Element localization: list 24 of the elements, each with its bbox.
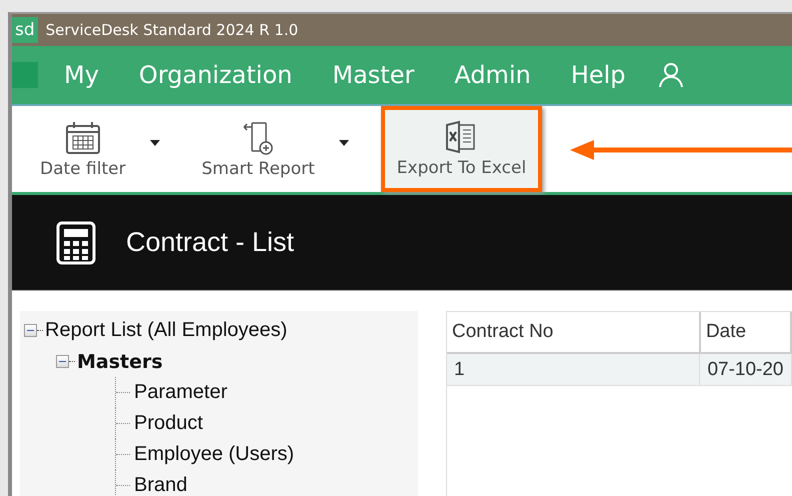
table-cell: 1: [447, 353, 700, 386]
caret-icon[interactable]: [338, 140, 349, 146]
toolbar-button[interactable]: Smart Report: [192, 117, 325, 181]
tree-item[interactable]: Product: [134, 412, 203, 435]
toolbar-button[interactable]: Date filter: [30, 117, 136, 181]
table-cell: 07-10-20: [700, 353, 791, 386]
calendar-icon: [64, 121, 101, 155]
tree-item[interactable]: Parameter: [134, 381, 228, 404]
caret-icon[interactable]: [150, 140, 160, 146]
tree-item[interactable]: Report List (All Employees): [45, 319, 288, 342]
user-icon[interactable]: [658, 62, 684, 88]
page-title: Contract - List: [126, 227, 294, 258]
tree-item[interactable]: Employee (Users): [134, 443, 294, 466]
tree-item[interactable]: Brand: [134, 474, 188, 496]
toolbar-button[interactable]: Export To Excel: [380, 106, 542, 192]
calculator-icon: [56, 220, 96, 264]
app-square-icon: [12, 62, 38, 88]
tree-item[interactable]: Masters: [77, 350, 163, 372]
window-title: ServiceDesk Standard 2024 R 1.0: [46, 21, 298, 39]
collapse-icon[interactable]: [24, 324, 37, 337]
collapse-icon[interactable]: [56, 355, 69, 368]
app-logo: sd: [12, 17, 38, 43]
column-header[interactable]: Contract No: [447, 312, 700, 353]
column-header[interactable]: Date: [700, 312, 791, 353]
